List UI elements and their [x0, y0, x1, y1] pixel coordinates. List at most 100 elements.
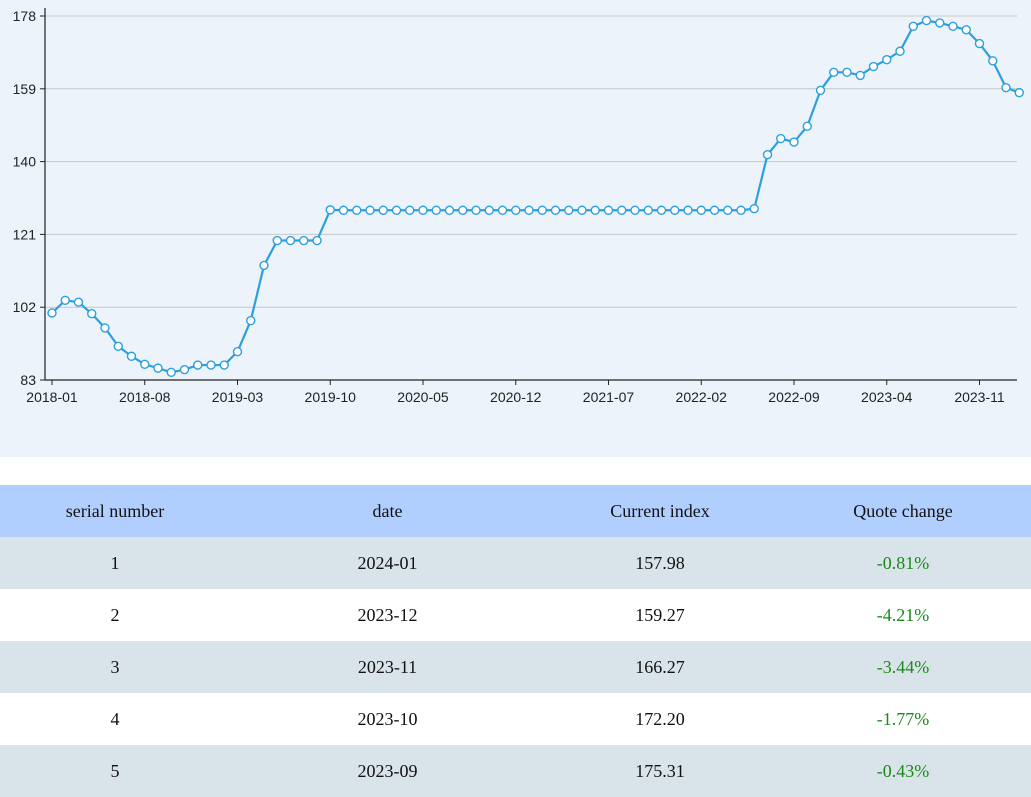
data-point [564, 205, 574, 215]
data-point [908, 21, 918, 32]
data-point [723, 205, 733, 215]
cell-index: 166.27 [545, 641, 775, 693]
cell-change: -4.21% [775, 589, 1031, 641]
data-point [670, 205, 680, 215]
data-point [577, 205, 587, 215]
chart-panel: 83 102 121 140 159 178 2018-01 2018-08 2019-03 20… [0, 0, 1031, 457]
data-point [696, 205, 706, 215]
data-point [603, 205, 614, 215]
cell-date: 2023-09 [230, 745, 545, 797]
data-point [789, 137, 799, 147]
data-point [643, 205, 653, 215]
data-point [431, 205, 441, 215]
data-point [988, 56, 998, 66]
x-tick-label: 2022-09 [768, 389, 820, 405]
data-point [882, 54, 892, 65]
header-quote-change: Quote change [775, 485, 1031, 537]
data-point [206, 360, 216, 370]
table-row: 3 2023-11 166.27 -3.44% [0, 641, 1031, 693]
data-point [193, 360, 203, 370]
data-point [617, 205, 627, 215]
header-current-index: Current index [545, 485, 775, 537]
y-tick-label: 159 [13, 81, 37, 97]
data-point [961, 25, 971, 35]
x-tick-label: 2020-12 [490, 389, 542, 405]
data-point [285, 235, 296, 246]
cell-serial: 5 [0, 745, 230, 797]
data-point [352, 205, 362, 215]
x-tick-label: 2018-01 [26, 389, 78, 405]
data-point [232, 346, 243, 357]
data-point [73, 297, 84, 307]
data-point [47, 308, 57, 318]
data-point [749, 204, 759, 214]
cell-index: 159.27 [545, 589, 775, 641]
data-point [405, 205, 415, 215]
data-point [418, 205, 428, 215]
cell-date: 2023-11 [230, 641, 545, 693]
data-table-container: serial number date Current index Quote c… [0, 485, 1031, 797]
data-point [219, 360, 229, 370]
data-point [855, 70, 865, 81]
y-tick-label: 178 [13, 8, 37, 24]
data-point [935, 18, 945, 28]
data-point [524, 205, 534, 215]
data-point [630, 205, 640, 215]
x-tick-label: 2020-05 [397, 389, 449, 405]
data-point [829, 67, 839, 78]
data-point [259, 260, 269, 271]
cell-date: 2023-12 [230, 589, 545, 641]
data-point [179, 364, 190, 375]
data-point [272, 235, 282, 246]
cell-index: 157.98 [545, 537, 775, 589]
x-tick-label: 2019-10 [305, 389, 357, 405]
data-point [458, 205, 468, 215]
data-point [762, 150, 773, 160]
cell-change: -3.44% [775, 641, 1031, 693]
table-row: 4 2023-10 172.20 -1.77% [0, 693, 1031, 745]
data-point [1014, 87, 1024, 98]
data-point [590, 205, 600, 215]
data-point [365, 205, 375, 215]
x-tick-label: 2022-02 [676, 389, 728, 405]
cell-date: 2023-10 [230, 693, 545, 745]
data-point [656, 205, 667, 215]
data-point [511, 205, 521, 215]
data-point [537, 205, 547, 215]
y-tick-label: 102 [13, 299, 37, 315]
cell-date: 2024-01 [230, 537, 545, 589]
data-point [550, 205, 561, 215]
data-point [299, 235, 309, 246]
data-point [87, 309, 97, 319]
data-point [312, 235, 322, 246]
cell-change: -0.43% [775, 745, 1031, 797]
header-serial-number: serial number [0, 485, 230, 537]
data-point [391, 205, 402, 215]
table-row: 5 2023-09 175.31 -0.43% [0, 745, 1031, 797]
data-point [1001, 82, 1011, 93]
data-point [444, 205, 455, 215]
data-point [113, 341, 123, 351]
data-point [921, 15, 932, 26]
data-point [683, 205, 693, 215]
table-row: 2 2023-12 159.27 -4.21% [0, 589, 1031, 641]
data-table: serial number date Current index Quote c… [0, 485, 1031, 797]
data-point [378, 205, 388, 215]
data-point [166, 367, 176, 378]
data-point [948, 21, 958, 32]
x-tick-label: 2023-11 [954, 389, 1005, 405]
data-point [484, 205, 494, 215]
cell-serial: 3 [0, 641, 230, 693]
cell-change: -0.81% [775, 537, 1031, 589]
data-point [776, 133, 786, 144]
data-point [325, 205, 335, 215]
data-point [802, 121, 812, 132]
data-point [842, 67, 852, 78]
cell-serial: 2 [0, 589, 230, 641]
data-point [140, 359, 150, 369]
series-line [51, 19, 1020, 374]
table-header-row: serial number date Current index Quote c… [0, 485, 1031, 537]
y-tick-label: 121 [13, 226, 37, 242]
data-point [126, 351, 137, 361]
cell-serial: 4 [0, 693, 230, 745]
